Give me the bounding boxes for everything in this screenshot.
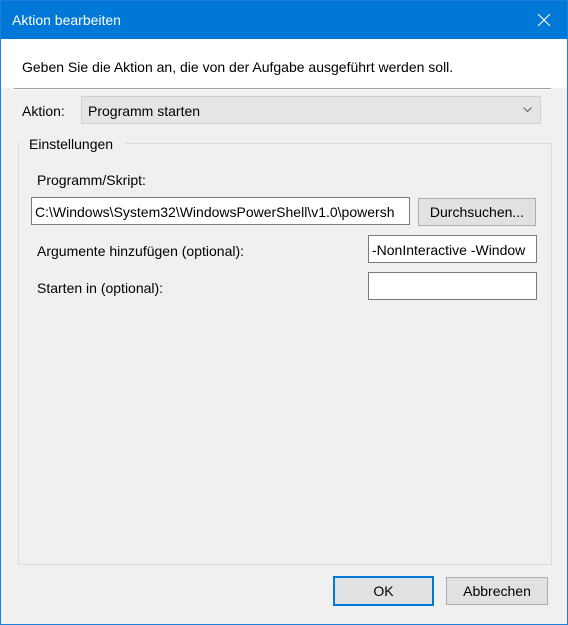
title-bar[interactable]: Aktion bearbeiten [1, 1, 567, 39]
arguments-input[interactable]: -NonInteractive -Window [368, 235, 537, 263]
instruction-panel: Geben Sie die Aktion an, die von der Auf… [1, 39, 567, 88]
cancel-button[interactable]: Abbrechen [446, 577, 548, 605]
settings-group-title: Einstellungen [29, 135, 118, 153]
edit-action-dialog: Aktion bearbeiten Geben Sie die Aktion a… [0, 0, 568, 625]
window-title: Aktion bearbeiten [12, 12, 121, 28]
start-in-label: Starten in (optional): [37, 280, 164, 296]
browse-button[interactable]: Durchsuchen... [418, 198, 536, 226]
program-script-value: C:\Windows\System32\WindowsPowerShell\v1… [35, 204, 395, 220]
action-label: Aktion: [22, 103, 65, 119]
arguments-value: -NonInteractive -Window [372, 242, 526, 258]
start-in-input[interactable] [368, 272, 537, 300]
action-selected-value: Programm starten [88, 103, 201, 119]
close-button[interactable] [521, 1, 567, 39]
close-icon [537, 13, 551, 27]
ok-button[interactable]: OK [333, 576, 434, 606]
arguments-label: Argumente hinzufügen (optional): [37, 243, 245, 259]
settings-group-top-border [125, 143, 552, 144]
program-script-label: Programm/Skript: [37, 172, 146, 188]
chevron-down-icon [523, 107, 532, 113]
header-separator-highlight [14, 89, 551, 90]
program-script-input[interactable]: C:\Windows\System32\WindowsPowerShell\v1… [31, 197, 410, 225]
instruction-text: Geben Sie die Aktion an, die von der Auf… [22, 59, 454, 75]
action-dropdown[interactable]: Programm starten [81, 96, 541, 124]
